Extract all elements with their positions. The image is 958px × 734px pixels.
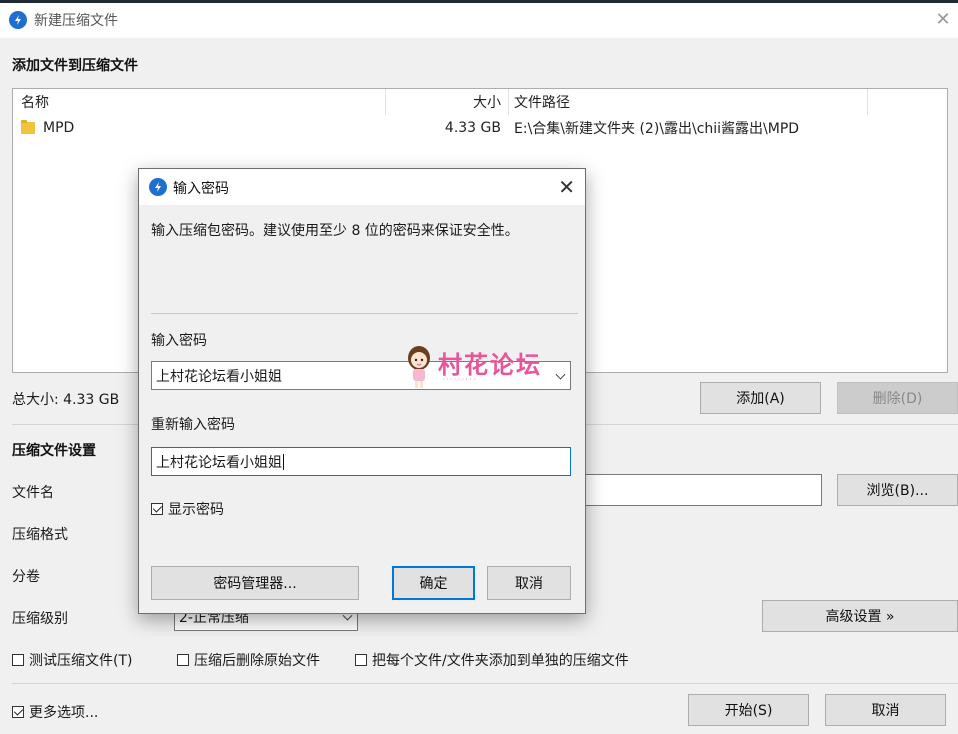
delete-after-checkbox[interactable]: 压缩后删除原始文件 — [177, 650, 320, 670]
ok-button[interactable]: 确定 — [392, 566, 475, 600]
browse-button[interactable]: 浏览(B)... — [837, 474, 958, 506]
checkbox-box[interactable] — [177, 654, 189, 666]
window-title: 新建压缩文件 — [34, 13, 118, 29]
checkbox-box[interactable] — [151, 503, 163, 515]
password-manager-button[interactable]: 密码管理器... — [151, 566, 359, 600]
column-size-header[interactable]: 大小 — [453, 89, 501, 115]
add-button[interactable]: 添加(A) — [700, 382, 821, 414]
file-name: MPD — [43, 120, 75, 136]
separate-archives-label: 把每个文件/文件夹添加到单独的压缩文件 — [372, 653, 629, 669]
column-separator[interactable] — [385, 89, 386, 115]
file-size: 4.33 GB — [444, 120, 501, 136]
show-password-checkbox[interactable]: 显示密码 — [151, 499, 224, 519]
delete-button[interactable]: 删除(D) — [837, 382, 958, 414]
text-caret — [283, 453, 284, 470]
watermark-dots: ········· — [442, 375, 477, 385]
advanced-settings-button[interactable]: 高级设置 » — [762, 600, 958, 632]
test-archive-label: 测试压缩文件(T) — [29, 653, 133, 669]
more-options-checkbox[interactable]: 更多选项... — [12, 702, 98, 722]
column-separator[interactable] — [867, 89, 868, 115]
app-logo-icon — [149, 178, 167, 196]
dialog-description: 输入压缩包密码。建议使用至少 8 位的密码来保证安全性。 — [151, 223, 519, 239]
window-top-edge — [0, 0, 958, 3]
filename-label: 文件名 — [12, 485, 54, 501]
watermark-girl-icon — [408, 346, 430, 388]
test-archive-checkbox[interactable]: 测试压缩文件(T) — [12, 650, 132, 670]
bottom-divider — [12, 683, 958, 684]
column-separator[interactable] — [508, 89, 509, 115]
window-titlebar — [0, 0, 958, 38]
checkbox-box[interactable] — [12, 654, 24, 666]
checkbox-box[interactable] — [355, 654, 367, 666]
window-close-icon[interactable]: ✕ — [928, 3, 958, 35]
total-size: 总大小: 4.33 GB — [12, 392, 120, 408]
dialog-divider — [151, 313, 578, 314]
checkbox-box[interactable] — [12, 706, 24, 718]
password-label: 输入密码 — [151, 333, 207, 349]
column-name-header[interactable]: 名称 — [21, 89, 49, 115]
level-label: 压缩级别 — [12, 611, 68, 627]
confirm-password-value: 上村花论坛看小姐姐 — [156, 454, 282, 471]
separate-archives-checkbox[interactable]: 把每个文件/文件夹添加到单独的压缩文件 — [355, 650, 629, 670]
file-path: E:\合集\新建文件夹 (2)\露出\chii酱露出\MPD — [514, 121, 800, 137]
column-path-header[interactable]: 文件路径 — [514, 89, 570, 115]
confirm-password-label: 重新输入密码 — [151, 417, 235, 433]
password-dialog: 输入密码 ✕ 输入压缩包密码。建议使用至少 8 位的密码来保证安全性。 输入密码… — [138, 168, 586, 614]
dialog-title: 输入密码 — [173, 181, 229, 197]
files-heading: 添加文件到压缩文件 — [12, 58, 138, 74]
confirm-password-input[interactable]: 上村花论坛看小姐姐 — [151, 447, 571, 476]
more-options-label: 更多选项... — [29, 705, 99, 721]
watermark: 村花论坛 ········· — [404, 343, 564, 391]
password-value: 上村花论坛看小姐姐 — [156, 368, 282, 385]
folder-icon — [21, 120, 35, 134]
dialog-cancel-button[interactable]: 取消 — [487, 566, 571, 600]
start-button[interactable]: 开始(S) — [688, 694, 809, 726]
show-password-label: 显示密码 — [168, 502, 224, 518]
split-label: 分卷 — [12, 569, 40, 585]
settings-heading: 压缩文件设置 — [12, 443, 96, 459]
format-label: 压缩格式 — [12, 527, 68, 543]
dialog-close-icon[interactable]: ✕ — [558, 175, 575, 199]
row-name-cell: MPD — [21, 117, 74, 139]
cancel-button[interactable]: 取消 — [825, 694, 946, 726]
delete-after-label: 压缩后删除原始文件 — [194, 653, 320, 669]
app-logo-icon — [9, 11, 27, 29]
